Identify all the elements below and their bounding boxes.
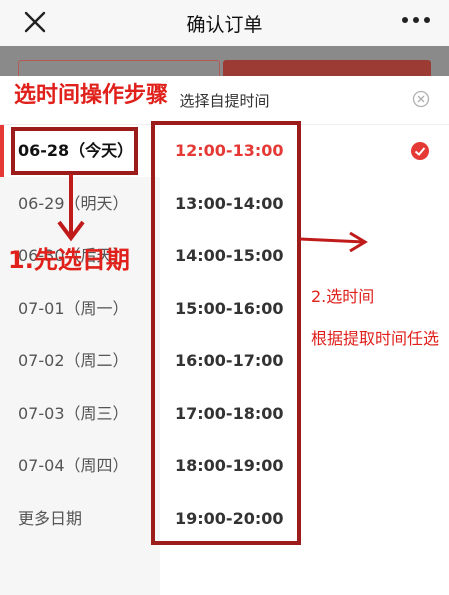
backdrop-overlay[interactable]	[0, 46, 449, 77]
date-label: 更多日期	[18, 508, 83, 528]
date-label: 07-04（周四）	[18, 456, 129, 475]
date-item[interactable]: 07-03（周三）	[0, 388, 160, 440]
date-item[interactable]: 07-01（周一）	[0, 283, 160, 335]
annotation-heading: 选时间操作步骤	[14, 83, 169, 108]
annotation-date-box	[11, 127, 138, 175]
date-item[interactable]: 07-02（周二）	[0, 335, 160, 387]
date-label: 07-03（周三）	[18, 403, 129, 423]
page-title: 确认订单	[186, 14, 263, 36]
date-label: 07-02（周二）	[18, 351, 129, 370]
annotation-step2: 2.选时间	[311, 287, 375, 306]
background-panel	[18, 60, 220, 77]
active-date-indicator	[0, 125, 4, 177]
circle-close-icon[interactable]	[412, 90, 430, 108]
annotation-down-arrow	[57, 174, 85, 242]
annotation-step2-note: 根据提取时间任选	[311, 329, 440, 348]
annotation-step1: 1.先选日期	[8, 246, 130, 274]
nav-bar: 确认订单	[0, 0, 449, 46]
date-item[interactable]: 07-04（周四）	[0, 440, 160, 492]
annotation-time-box	[151, 121, 301, 545]
date-item[interactable]: 更多日期	[0, 493, 160, 545]
check-icon	[411, 142, 429, 160]
background-button	[223, 60, 431, 76]
annotation-right-arrow	[300, 231, 368, 253]
more-icon[interactable]	[401, 16, 431, 24]
date-label: 07-01（周一）	[18, 298, 129, 318]
